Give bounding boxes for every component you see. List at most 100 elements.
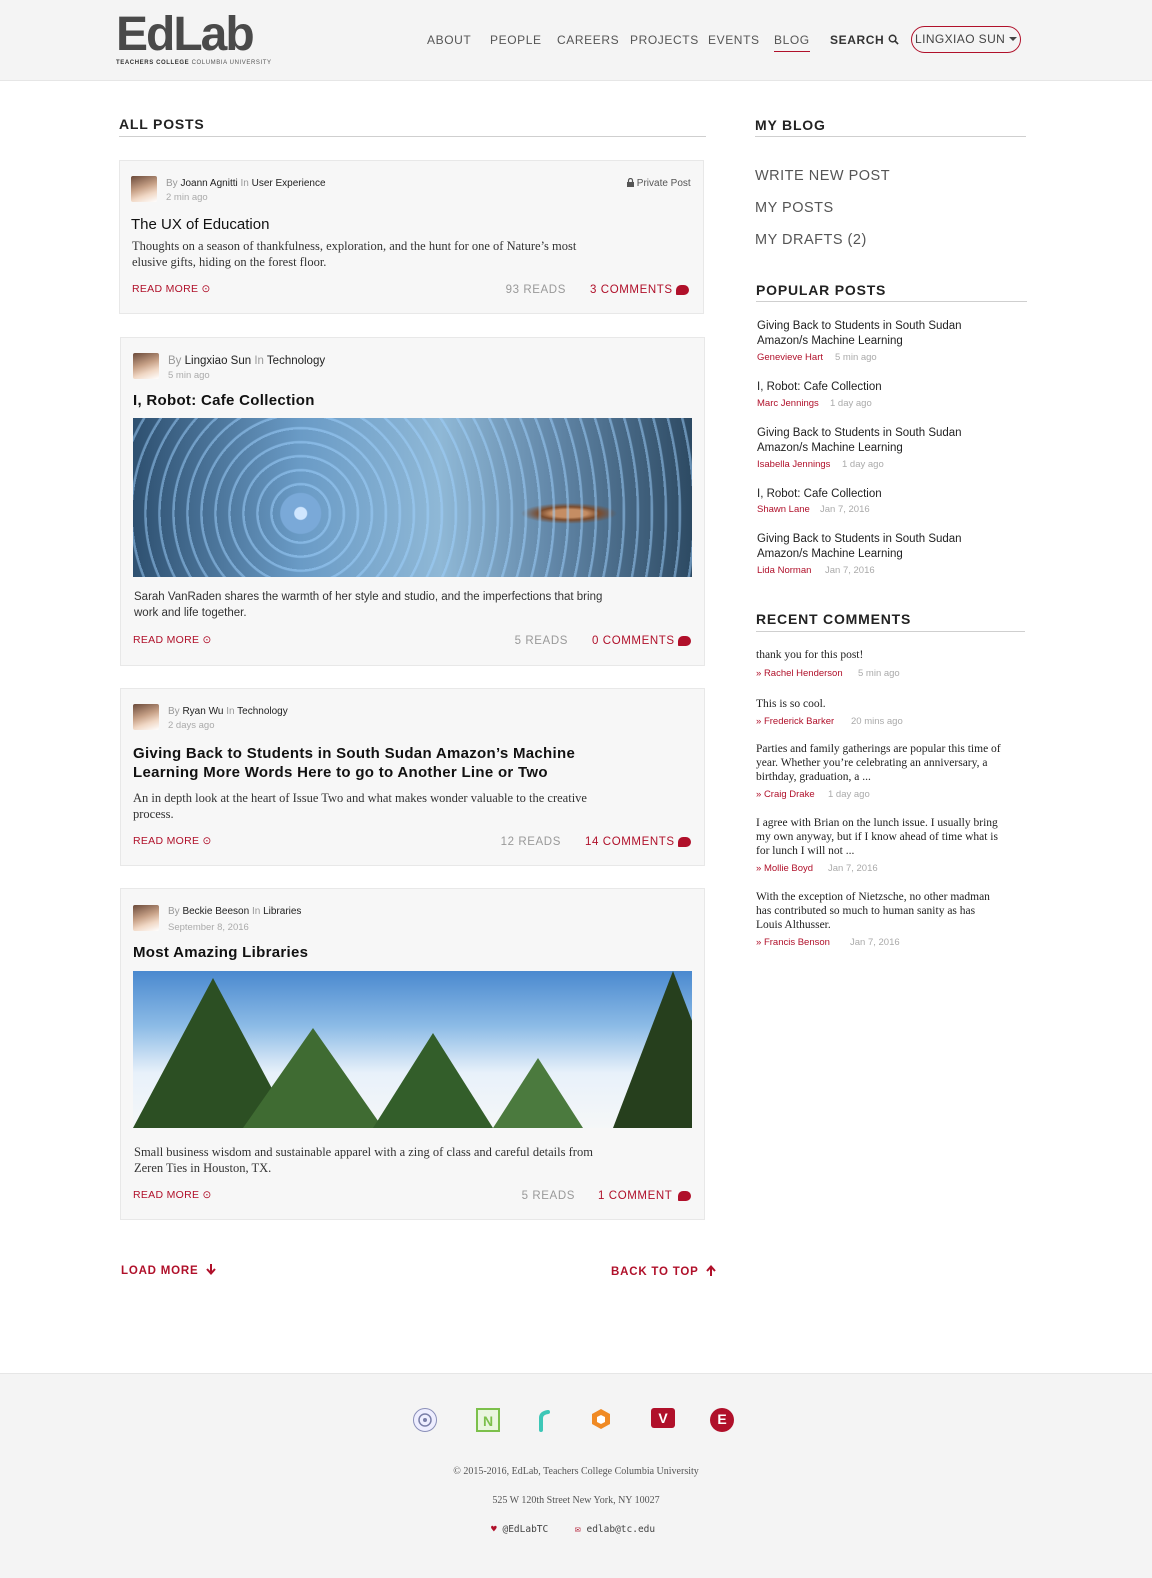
nav-about[interactable]: ABOUT [427,33,471,47]
post-category[interactable]: Technology [267,355,325,367]
post-image-robot[interactable] [133,418,692,577]
load-more-button[interactable]: LOAD MORE [121,1264,217,1277]
double-chevron-icon: » [756,716,764,727]
comment-time: 1 day ago [828,789,870,800]
arrow-down-icon [206,1264,217,1276]
post-meta: By Ryan Wu In Technology [168,706,288,717]
nav-blog[interactable]: BLOG [774,33,810,52]
comment-text: I agree with Brian on the lunch issue. I… [756,817,998,857]
comment-icon[interactable] [678,636,691,646]
v-logo-icon[interactable]: V [651,1408,675,1428]
read-more-link[interactable]: READ MORE ⊙ [133,634,212,646]
reads-count: 5 READS [521,1190,575,1202]
popular-post-title[interactable]: I, Robot: Cafe Collection [757,380,987,395]
post-author[interactable]: Joann Agnitti [180,178,237,189]
twitter-link[interactable]: ♥ @EdLabTC [491,1524,548,1535]
popular-post-title[interactable]: Giving Back to Students in South Sudan A… [757,426,987,456]
comment-time: 5 min ago [858,668,900,679]
back-to-top-button[interactable]: BACK TO TOP [611,1264,717,1278]
nav-events[interactable]: EVENTS [708,33,760,47]
post-author[interactable]: Beckie Beeson [182,906,249,917]
caret-down-icon [1008,37,1017,41]
search-icon [888,34,899,45]
comment-author[interactable]: » Francis Benson [756,937,830,948]
circle-arrow-icon: ⊙ [202,1189,212,1201]
nav-search[interactable]: SEARCH [830,33,899,47]
all-posts-rule [119,136,706,137]
comment-author[interactable]: » Frederick Barker [756,716,834,727]
write-new-post-link[interactable]: WRITE NEW POST [755,168,890,184]
comments-link[interactable]: 3 COMMENTS [590,284,673,296]
post-title[interactable]: I, Robot: Cafe Collection [133,392,315,409]
popular-post-author[interactable]: Lida Norman [757,565,811,576]
avatar [133,704,159,730]
post-time: 5 min ago [168,370,210,381]
lock-icon [627,177,634,187]
comments-link[interactable]: 14 COMMENTS [585,836,675,848]
avatar [133,353,159,379]
comment-author[interactable]: » Mollie Boyd [756,863,813,874]
read-more-link[interactable]: READ MORE ⊙ [132,283,211,295]
popular-post-title[interactable]: Giving Back to Students in South Sudan A… [757,319,987,349]
nav-careers[interactable]: CAREERS [557,33,619,47]
post-title[interactable]: The UX of Education [131,216,269,233]
comments-link[interactable]: 1 COMMENT [598,1190,672,1202]
n-logo-icon[interactable]: N [476,1408,500,1432]
comment-author[interactable]: » Craig Drake [756,789,815,800]
comment-author[interactable]: » Rachel Henderson [756,668,843,679]
double-chevron-icon: » [756,863,764,874]
comment-time: Jan 7, 2016 [828,863,878,874]
double-chevron-icon: » [756,937,764,948]
cube-logo-icon[interactable] [589,1408,613,1432]
comments-link[interactable]: 0 COMMENTS [592,635,675,647]
address-text: 525 W 120th Street New York, NY 10027 [492,1495,660,1506]
double-chevron-icon: » [756,789,764,800]
private-post-badge: Private Post [627,177,691,189]
post-image-trees[interactable] [133,971,692,1128]
avatar [133,905,159,931]
edlab-logo[interactable]: EdLab TEACHERS COLLEGE COLUMBIA UNIVERSI… [116,11,272,67]
double-chevron-icon: » [756,668,764,679]
post-time: September 8, 2016 [168,922,249,933]
nav-people[interactable]: PEOPLE [490,33,542,47]
popular-post-author[interactable]: Marc Jennings [757,398,819,409]
post-category[interactable]: Technology [237,706,288,717]
my-drafts-link[interactable]: MY DRAFTS (2) [755,232,867,248]
comment-text: With the exception of Nietzsche, no othe… [756,891,990,931]
post-author[interactable]: Ryan Wu [182,706,223,717]
y-logo-mark [539,1410,550,1432]
recent-comments-title: RECENT COMMENTS [756,611,912,627]
comment-text: thank you for this post! [756,649,864,661]
popular-post-title[interactable]: I, Robot: Cafe Collection [757,487,987,502]
post-author[interactable]: Lingxiao Sun [185,355,252,367]
avatar [131,176,157,202]
nav-projects[interactable]: PROJECTS [630,33,699,47]
tc-seal-icon[interactable] [413,1408,437,1432]
email-link[interactable]: ✉ edlab@tc.edu [575,1524,655,1535]
read-more-link[interactable]: READ MORE ⊙ [133,835,212,847]
popular-post-time: 1 day ago [830,398,872,409]
my-blog-rule [755,136,1026,137]
copyright-text: © 2015-2016, EdLab, Teachers College Col… [453,1466,699,1477]
popular-post-title[interactable]: Giving Back to Students in South Sudan A… [757,532,987,562]
e-logo-icon[interactable]: E [710,1408,734,1432]
popular-post-author[interactable]: Genevieve Hart [757,352,823,363]
read-more-link[interactable]: READ MORE ⊙ [133,1189,212,1201]
post-category[interactable]: Libraries [263,906,301,917]
comment-icon[interactable] [678,1191,691,1201]
popular-post-author[interactable]: Shawn Lane [757,504,810,515]
post-title[interactable]: Giving Back to Students in South Sudan A… [133,744,603,782]
my-posts-link[interactable]: MY POSTS [755,200,834,216]
comment-icon[interactable] [678,837,691,847]
envelope-icon: ✉ [575,1524,581,1535]
post-category[interactable]: User Experience [252,178,326,189]
circle-arrow-icon: ⊙ [202,634,212,646]
post-title[interactable]: Most Amazing Libraries [133,944,308,961]
comment-icon[interactable] [676,285,689,295]
comment-time: Jan 7, 2016 [850,937,900,948]
post-meta: By Beckie Beeson In Libraries [168,906,302,917]
y-logo-icon[interactable] [533,1408,557,1432]
user-menu-button[interactable]: LINGXIAO SUN [911,26,1021,53]
popular-post-author[interactable]: Isabella Jennings [757,459,830,470]
comment-text: This is so cool. [756,698,826,710]
